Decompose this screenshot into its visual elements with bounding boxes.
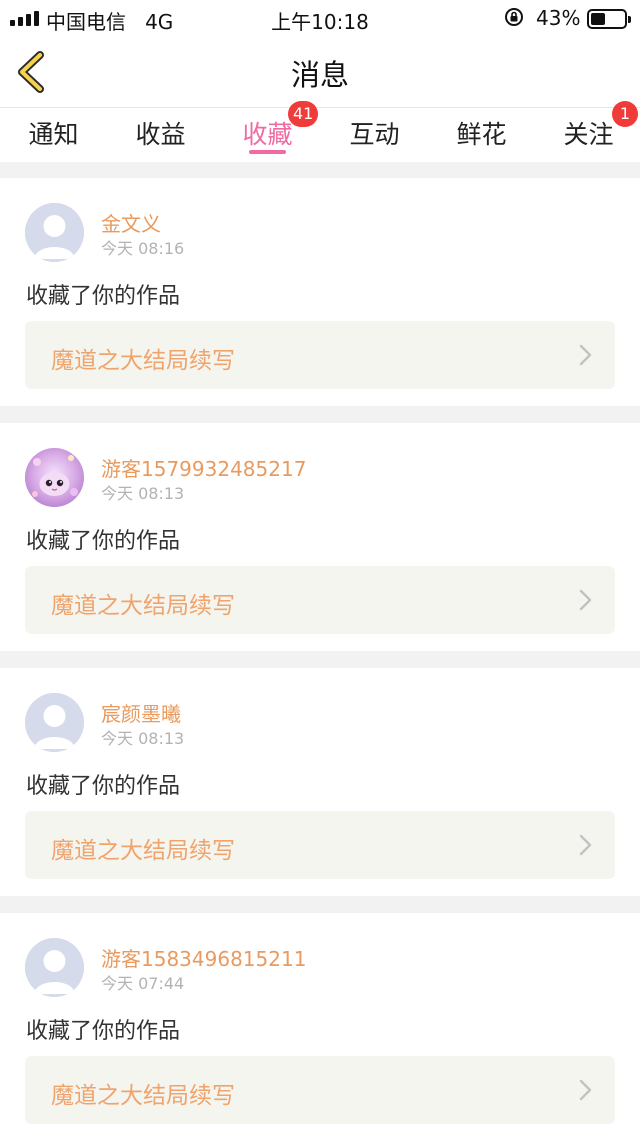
follows-count-badge: 1: [612, 101, 638, 127]
page-title: 消息: [290, 58, 349, 92]
default-avatar-icon: [25, 693, 84, 752]
custom-avatar-icon: [25, 448, 84, 507]
timestamp: 今天 08:13: [101, 729, 185, 748]
status-bar: 中国电信 4G 上午10:18 43%: [0, 0, 640, 36]
tab-follows[interactable]: 关注 1: [535, 101, 640, 162]
work-link[interactable]: 魔道之大结局续写: [25, 321, 615, 389]
default-avatar-icon: [25, 938, 84, 997]
work-title: 魔道之大结局续写: [51, 1083, 235, 1109]
avatar[interactable]: [25, 203, 84, 262]
list-item: 游客1583496815211 今天 07:44 收藏了你的作品 魔道之大结局续…: [0, 913, 640, 1139]
battery-percent: 43%: [536, 6, 581, 30]
tab-label: 通知: [28, 120, 79, 149]
action-text: 收藏了你的作品: [26, 529, 181, 554]
chevron-right-icon: [579, 1079, 592, 1101]
username[interactable]: 游客1583496815211: [101, 943, 306, 972]
chevron-right-icon: [579, 344, 592, 366]
timestamp: 今天 07:44: [101, 974, 185, 993]
timestamp: 今天 08:13: [101, 484, 185, 503]
battery-icon: [587, 9, 631, 29]
chevron-right-icon: [579, 589, 592, 611]
work-link[interactable]: 魔道之大结局续写: [25, 566, 615, 634]
work-title: 魔道之大结局续写: [51, 838, 235, 864]
action-text: 收藏了你的作品: [26, 284, 181, 309]
avatar[interactable]: [25, 448, 84, 507]
tab-notifications[interactable]: 通知: [0, 108, 107, 162]
username[interactable]: 宸颜墨曦: [101, 698, 181, 727]
default-avatar-icon: [25, 203, 84, 262]
work-link[interactable]: 魔道之大结局续写: [25, 811, 615, 879]
list-item: 游客1579932485217 今天 08:13 收藏了你的作品 魔道之大结局续…: [0, 423, 640, 651]
tab-flowers[interactable]: 鲜花: [428, 108, 535, 162]
nav-bar: 消息: [0, 36, 640, 108]
timestamp: 今天 08:16: [101, 239, 185, 258]
rotation-lock-icon: [505, 8, 523, 26]
tab-bar: 通知 收益 收藏 41 互动 鲜花 关注 1: [0, 101, 640, 162]
active-tab-indicator: [249, 150, 286, 154]
tab-label: 收益: [135, 120, 186, 149]
avatar[interactable]: [25, 938, 84, 997]
tab-label: 互动: [349, 120, 400, 149]
tab-interactions[interactable]: 互动: [321, 108, 428, 162]
work-title: 魔道之大结局续写: [51, 593, 235, 619]
favorites-count-badge: 41: [288, 101, 319, 127]
action-text: 收藏了你的作品: [26, 774, 181, 799]
action-text: 收藏了你的作品: [26, 1019, 181, 1044]
username[interactable]: 游客1579932485217: [101, 453, 306, 482]
list-item: 金文义 今天 08:16 收藏了你的作品 魔道之大结局续写: [0, 178, 640, 406]
work-link[interactable]: 魔道之大结局续写: [25, 1056, 615, 1124]
avatar[interactable]: [25, 693, 84, 752]
username[interactable]: 金文义: [101, 208, 161, 237]
chevron-right-icon: [579, 834, 592, 856]
work-title: 魔道之大结局续写: [51, 348, 235, 374]
tab-earnings[interactable]: 收益: [107, 108, 214, 162]
tab-favorites[interactable]: 收藏 41: [214, 101, 321, 162]
list-item: 宸颜墨曦 今天 08:13 收藏了你的作品 魔道之大结局续写: [0, 668, 640, 896]
tab-label: 鲜花: [456, 120, 507, 149]
